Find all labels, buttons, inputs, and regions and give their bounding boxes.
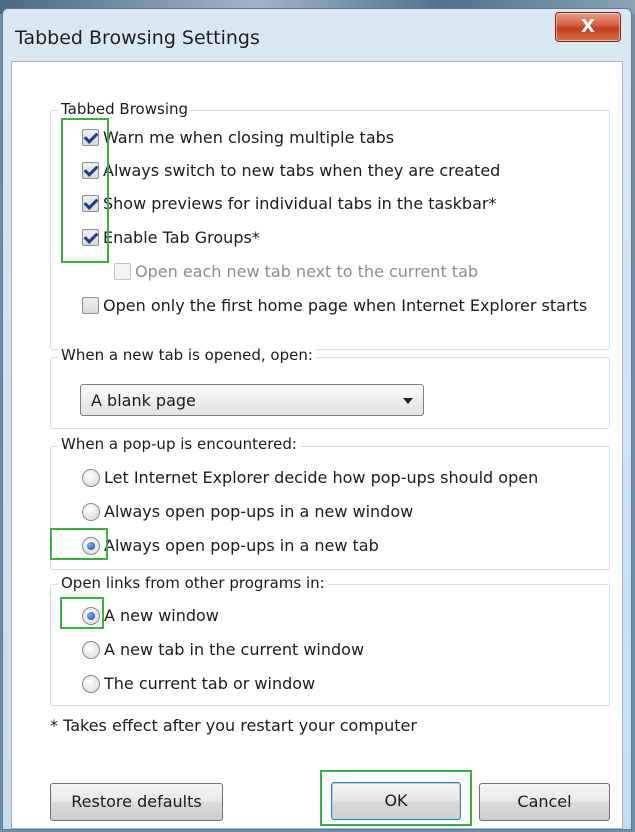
ok-button[interactable]: OK	[331, 782, 461, 820]
tabbed-browsing-settings-dialog: Tabbed Browsing Settings X Tabbed Browsi…	[2, 8, 632, 830]
option-label: The current tab or window	[104, 674, 316, 693]
links-new-tab-radio[interactable]	[82, 640, 100, 659]
option-label: Open each new tab next to the current ta…	[135, 262, 479, 281]
option-label: Let Internet Explorer decide how pop-ups…	[104, 468, 539, 487]
links-current-tab-radio[interactable]	[82, 674, 100, 693]
dialog-title: Tabbed Browsing Settings	[15, 27, 260, 49]
popup-group-label: When a pop-up is encountered:	[58, 435, 300, 453]
option-label: Always switch to new tabs when they are …	[103, 161, 501, 180]
new-tab-group-label: When a new tab is opened, open:	[58, 346, 316, 364]
close-button[interactable]: X	[555, 12, 621, 42]
option-first-home-page-only[interactable]: Open only the first home page when Inter…	[82, 296, 587, 315]
option-label: Warn me when closing multiple tabs	[103, 128, 395, 147]
option-switch-to-new-tabs[interactable]: Always switch to new tabs when they are …	[82, 161, 500, 180]
checkbox-highlight-box	[61, 118, 109, 263]
option-label: Show previews for individual tabs in the…	[103, 194, 497, 213]
popup-new-window-radio[interactable]	[82, 502, 100, 521]
tabbed-browsing-group-label: Tabbed Browsing	[58, 100, 192, 118]
option-warn-closing-tabs[interactable]: Warn me when closing multiple tabs	[82, 128, 394, 147]
option-taskbar-previews[interactable]: Show previews for individual tabs in the…	[82, 194, 496, 213]
close-icon: X	[581, 16, 595, 37]
cancel-button[interactable]: Cancel	[479, 783, 610, 821]
option-label: Always open pop-ups in a new tab	[104, 536, 379, 555]
option-links-new-tab[interactable]: A new tab in the current window	[82, 640, 364, 659]
dialog-content: Tabbed Browsing Warn me when closing mul…	[11, 61, 623, 829]
option-links-current-tab[interactable]: The current tab or window	[82, 674, 315, 693]
option-label: Always open pop-ups in a new window	[104, 502, 414, 521]
option-label: A new tab in the current window	[104, 640, 365, 659]
option-popup-ie-decide[interactable]: Let Internet Explorer decide how pop-ups…	[82, 468, 538, 487]
title-bar: Tabbed Browsing Settings X	[3, 9, 631, 61]
restore-defaults-button[interactable]: Restore defaults	[50, 783, 223, 821]
first-home-page-only-checkbox[interactable]	[82, 297, 99, 314]
popup-ie-decide-radio[interactable]	[82, 468, 100, 487]
restart-footnote: * Takes effect after you restart your co…	[50, 716, 417, 735]
option-label: Open only the first home page when Inter…	[103, 296, 588, 315]
option-label: Enable Tab Groups*	[103, 228, 260, 247]
popup-radio-highlight-box	[50, 528, 108, 560]
option-popup-new-window[interactable]: Always open pop-ups in a new window	[82, 502, 413, 521]
option-label: A new window	[104, 606, 219, 625]
option-popup-new-tab[interactable]: Always open pop-ups in a new tab	[82, 536, 379, 555]
chevron-down-icon	[403, 398, 413, 404]
open-links-group-label: Open links from other programs in:	[58, 574, 328, 592]
option-open-next-to-current: Open each new tab next to the current ta…	[114, 262, 478, 281]
open-next-to-current-checkbox	[114, 263, 131, 280]
links-radio-highlight-box	[60, 597, 104, 629]
dropdown-selected-value: A blank page	[91, 391, 196, 410]
new-tab-page-dropdown[interactable]: A blank page	[80, 384, 424, 416]
